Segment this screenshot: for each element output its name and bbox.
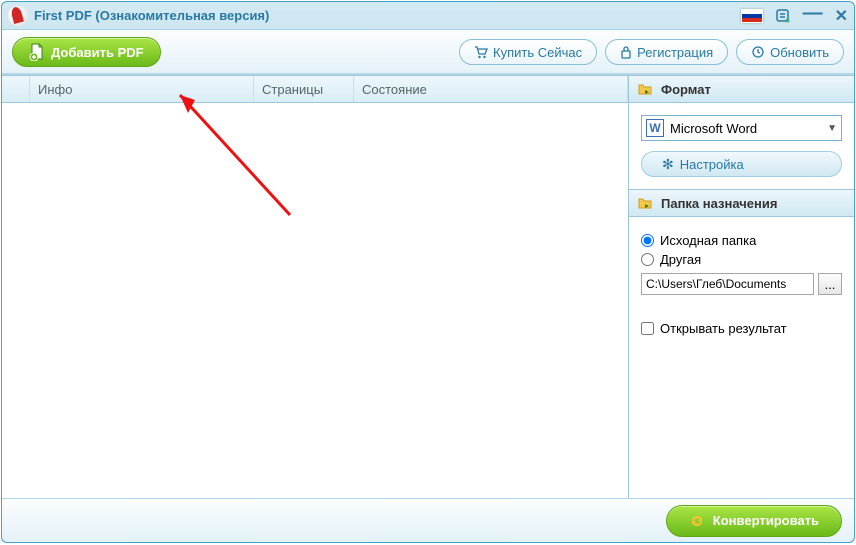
chevron-down-icon: ▼ bbox=[827, 123, 837, 134]
minimize-button[interactable]: — bbox=[803, 8, 823, 18]
col-state[interactable]: Состояние bbox=[354, 76, 628, 102]
add-document-icon bbox=[29, 43, 45, 61]
open-result-checkbox-row[interactable]: Открывать результат bbox=[641, 321, 842, 336]
settings-label: Настройка bbox=[680, 157, 744, 172]
col-pages[interactable]: Страницы bbox=[254, 76, 354, 102]
other-folder-label: Другая bbox=[660, 252, 701, 267]
file-list-body[interactable] bbox=[2, 103, 628, 498]
side-panel: Формат W Microsoft Word ▼ Настройка Папк… bbox=[628, 75, 854, 498]
other-folder-radio[interactable]: Другая bbox=[641, 252, 842, 267]
format-section-title: Формат bbox=[661, 82, 711, 97]
destination-section-title: Папка назначения bbox=[661, 196, 777, 211]
folder-arrow-icon bbox=[637, 195, 653, 211]
lock-icon bbox=[620, 45, 632, 59]
destination-section-header: Папка назначения bbox=[629, 189, 854, 217]
close-button[interactable]: ✕ bbox=[835, 6, 848, 26]
buy-now-button[interactable]: Купить Сейчас bbox=[459, 39, 597, 65]
convert-label: Конвертировать bbox=[713, 513, 819, 528]
destination-path-input[interactable] bbox=[641, 273, 814, 295]
titlebar: First PDF (Ознакомительная версия) — ✕ bbox=[2, 2, 854, 30]
open-result-label: Открывать результат bbox=[660, 321, 787, 336]
toolbar: Добавить PDF Купить Сейчас Регистрация О… bbox=[2, 30, 854, 74]
source-folder-label: Исходная папка bbox=[660, 233, 756, 248]
gear-icon bbox=[662, 156, 674, 173]
register-button[interactable]: Регистрация bbox=[605, 39, 728, 65]
update-label: Обновить bbox=[770, 45, 829, 60]
footer: Конвертировать bbox=[2, 498, 854, 542]
file-list-pane: Инфо Страницы Состояние bbox=[2, 75, 628, 498]
feedback-icon[interactable] bbox=[775, 8, 791, 24]
format-select[interactable]: W Microsoft Word ▼ bbox=[641, 115, 842, 141]
convert-button[interactable]: Конвертировать bbox=[666, 505, 842, 537]
format-selected-label: Microsoft Word bbox=[670, 121, 757, 136]
word-icon: W bbox=[646, 119, 664, 137]
buy-now-label: Купить Сейчас bbox=[493, 45, 582, 60]
window-title: First PDF (Ознакомительная версия) bbox=[34, 8, 269, 23]
col-info[interactable]: Инфо bbox=[30, 76, 254, 102]
other-folder-radio-input[interactable] bbox=[641, 253, 654, 266]
update-icon bbox=[751, 45, 765, 59]
register-label: Регистрация bbox=[637, 45, 713, 60]
format-section-header: Формат bbox=[629, 75, 854, 103]
folder-arrow-icon bbox=[637, 81, 653, 97]
source-folder-radio[interactable]: Исходная папка bbox=[641, 233, 842, 248]
source-folder-radio-input[interactable] bbox=[641, 234, 654, 247]
update-button[interactable]: Обновить bbox=[736, 39, 844, 65]
add-pdf-label: Добавить PDF bbox=[51, 45, 144, 60]
browse-button[interactable]: ... bbox=[818, 273, 842, 295]
open-result-checkbox[interactable] bbox=[641, 322, 654, 335]
convert-icon bbox=[689, 513, 705, 529]
col-checkbox[interactable] bbox=[2, 76, 30, 102]
list-header: Инфо Страницы Состояние bbox=[2, 75, 628, 103]
app-logo-icon bbox=[8, 6, 28, 26]
cart-icon bbox=[474, 45, 488, 59]
settings-button[interactable]: Настройка bbox=[641, 151, 842, 177]
app-window: First PDF (Ознакомительная версия) — ✕ Д… bbox=[1, 1, 855, 543]
language-flag-ru[interactable] bbox=[741, 9, 763, 23]
add-pdf-button[interactable]: Добавить PDF bbox=[12, 37, 161, 67]
